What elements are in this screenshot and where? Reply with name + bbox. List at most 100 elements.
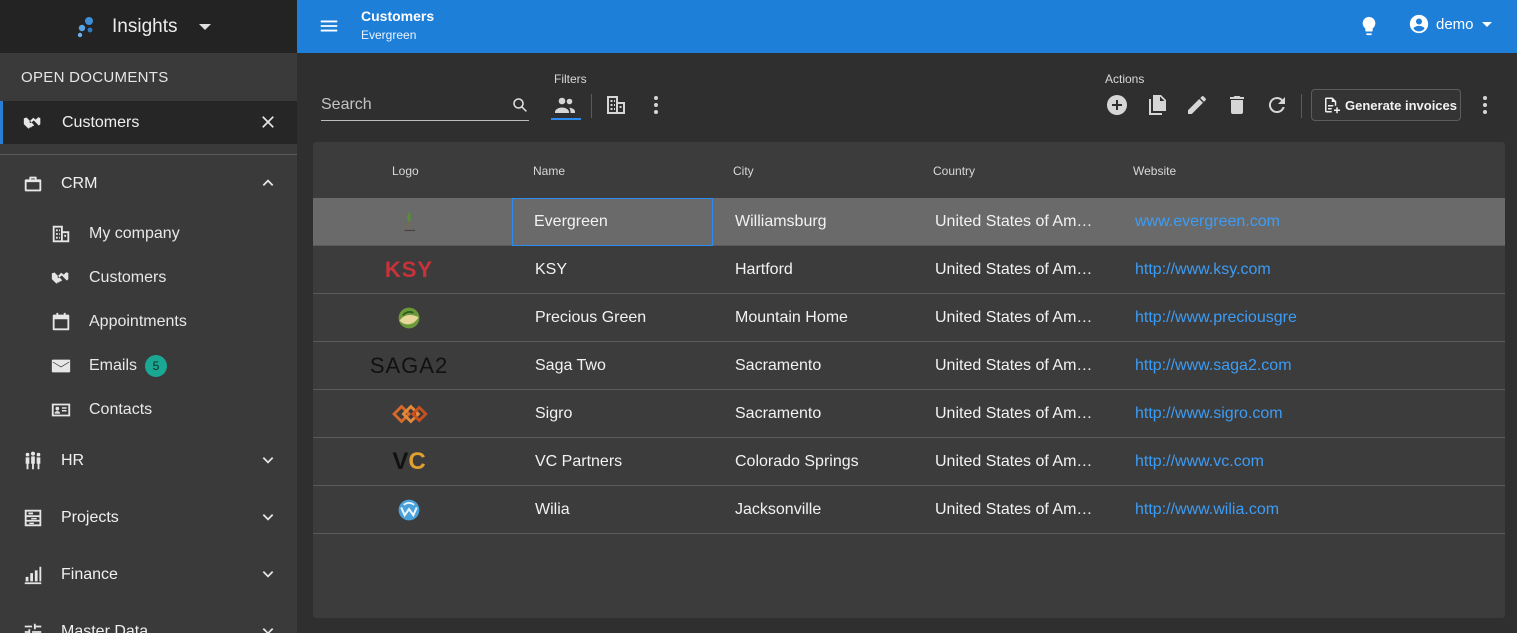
sidebar-item-customers[interactable]: Customers (0, 256, 297, 300)
menu-icon[interactable] (318, 15, 340, 37)
nav-group-projects[interactable]: Projects (0, 489, 297, 546)
cell-website-link[interactable]: http://www.saga2.com (1135, 342, 1297, 390)
edit-pencil-icon[interactable] (1185, 93, 1209, 117)
nav-group-hr[interactable]: HR (0, 432, 297, 489)
app-switcher[interactable]: Insights (0, 0, 297, 53)
nav-group-label: HR (61, 451, 85, 469)
nav-group-label: CRM (61, 174, 98, 192)
sidebar-item-contacts[interactable]: Contacts (0, 388, 297, 432)
chevron-down-icon (261, 624, 275, 633)
cell-country[interactable]: United States of Am… (935, 294, 1125, 342)
column-header-city[interactable]: City (733, 164, 754, 178)
column-header-logo[interactable]: Logo (392, 164, 419, 178)
column-header-country[interactable]: Country (933, 164, 975, 178)
cell-website-link[interactable]: http://www.sigro.com (1135, 390, 1297, 438)
filters-heading: Filters (554, 72, 587, 86)
sidebar-item-label: Contacts (89, 401, 153, 418)
nav-group-finance[interactable]: Finance (0, 546, 297, 603)
cell-city[interactable]: Colorado Springs (735, 438, 925, 486)
cell-name[interactable]: Sigro (535, 390, 725, 438)
cell-country[interactable]: United States of Am… (935, 390, 1125, 438)
cell-website-link[interactable]: www.evergreen.com (1135, 198, 1297, 246)
sidebar-item-label: Emails (89, 357, 138, 374)
cell-city[interactable]: Williamsburg (735, 198, 925, 246)
cell-name[interactable]: Wilia (535, 486, 725, 534)
cell-website-link[interactable]: http://www.preciousgre (1135, 294, 1297, 342)
sidebar-item-appointments[interactable]: Appointments (0, 300, 297, 344)
close-icon[interactable] (259, 113, 277, 131)
generate-invoices-label: Generate invoices (1345, 97, 1457, 113)
invoice-add-icon (1322, 96, 1340, 114)
contact-card-icon (50, 399, 72, 421)
search-input[interactable] (321, 92, 501, 118)
more-vert-icon[interactable] (644, 93, 668, 117)
building-icon (50, 223, 72, 245)
column-header-website[interactable]: Website (1133, 164, 1176, 178)
caret-down-icon (1481, 21, 1492, 27)
chevron-down-icon (261, 510, 275, 524)
lightbulb-icon[interactable] (1358, 14, 1380, 38)
nav-group-label: Projects (61, 508, 119, 526)
cell-country[interactable]: United States of Am… (935, 438, 1125, 486)
cell-name[interactable]: Evergreen (512, 198, 713, 246)
table-row[interactable]: Sigro Sacramento United States of Am… ht… (313, 390, 1505, 438)
evergreen-logo (371, 206, 447, 238)
cell-website-link[interactable]: http://www.vc.com (1135, 438, 1297, 486)
ksy-logo-text: KSY (384, 257, 434, 282)
page-subtitle: Evergreen (361, 28, 417, 42)
search-icon[interactable] (511, 96, 529, 114)
table-row[interactable]: Wilia Jacksonville United States of Am… … (313, 486, 1505, 534)
delete-icon[interactable] (1225, 93, 1249, 117)
table-row[interactable]: SAGA2 Saga Two Sacramento United States … (313, 342, 1505, 390)
sidebar-item-label: Appointments (89, 313, 187, 330)
cell-website-link[interactable]: http://www.wilia.com (1135, 486, 1297, 534)
company-filter-icon[interactable] (604, 93, 628, 117)
cell-city[interactable]: Hartford (735, 246, 925, 294)
nav-group-master-data[interactable]: Master Data (0, 603, 297, 633)
cell-name[interactable]: VC Partners (535, 438, 725, 486)
table-row[interactable]: Precious Green Mountain Home United Stat… (313, 294, 1505, 342)
saga2-logo: SAGA2 (361, 350, 457, 382)
cell-city[interactable]: Sacramento (735, 342, 925, 390)
copy-icon[interactable] (1145, 93, 1169, 117)
cell-city[interactable]: Mountain Home (735, 294, 925, 342)
sidebar-item-label: Customers (89, 269, 167, 286)
briefcase-icon (22, 173, 44, 195)
table-row[interactable]: VC VC Partners Colorado Springs United S… (313, 438, 1505, 486)
cell-country[interactable]: United States of Am… (935, 246, 1125, 294)
column-header-name[interactable]: Name (533, 164, 565, 178)
precious-green-logo (371, 302, 447, 334)
nav-group-label: Master Data (61, 622, 149, 633)
page-title: Customers (361, 8, 435, 24)
add-circle-icon[interactable] (1105, 93, 1129, 117)
bar-chart-icon (22, 564, 44, 586)
nav-group-crm[interactable]: CRM (0, 155, 297, 212)
cell-name[interactable]: Saga Two (535, 342, 725, 390)
mail-icon (50, 355, 72, 377)
more-vert-icon[interactable] (1473, 93, 1497, 117)
saga2-logo-text: SAGA2 (369, 353, 449, 378)
user-menu[interactable]: demo (1408, 13, 1492, 35)
table-row[interactable]: Evergreen Williamsburg United States of … (313, 198, 1505, 246)
cell-city[interactable]: Jacksonville (735, 486, 925, 534)
cell-name[interactable]: Precious Green (535, 294, 725, 342)
table-header: Logo Name City Country Website (313, 142, 1505, 198)
open-document-customers[interactable]: Customers (0, 101, 297, 144)
sliders-icon (22, 621, 44, 633)
cell-country[interactable]: United States of Am… (935, 198, 1125, 246)
search-field[interactable] (321, 92, 529, 121)
sidebar-item-my-company[interactable]: My company (0, 212, 297, 256)
cell-country[interactable]: United States of Am… (935, 486, 1125, 534)
generate-invoices-button[interactable]: Generate invoices (1311, 89, 1461, 121)
cell-city[interactable]: Sacramento (735, 390, 925, 438)
cell-website-link[interactable]: http://www.ksy.com (1135, 246, 1297, 294)
vc-logo-text: VC (392, 448, 426, 475)
table-row[interactable]: KSY KSY Hartford United States of Am… ht… (313, 246, 1505, 294)
sidebar-item-emails[interactable]: Emails 5 (0, 344, 297, 388)
projects-icon (22, 507, 44, 529)
refresh-icon[interactable] (1265, 93, 1289, 117)
cell-country[interactable]: United States of Am… (935, 342, 1125, 390)
customers-table: Logo Name City Country Website Evergreen… (313, 142, 1505, 618)
people-filter-icon[interactable] (553, 93, 577, 117)
cell-name[interactable]: KSY (535, 246, 725, 294)
